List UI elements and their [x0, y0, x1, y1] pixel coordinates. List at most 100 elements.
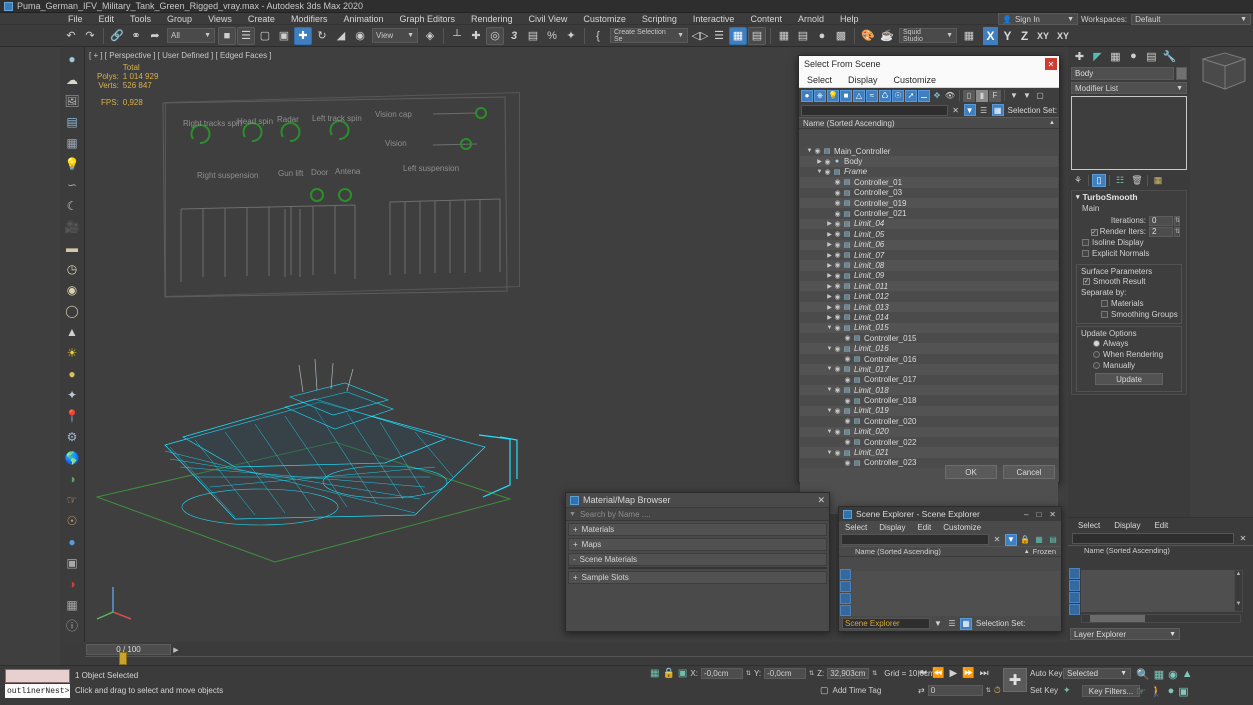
- menu-item-rendering[interactable]: Rendering: [463, 13, 521, 25]
- maxscript-listener[interactable]: [5, 669, 70, 683]
- bind-to-space-warp-icon[interactable]: ➦: [146, 27, 164, 45]
- tree-row[interactable]: ▶ ◉ ● Body: [800, 156, 1058, 167]
- visibility-eye-icon[interactable]: ◉: [833, 272, 842, 280]
- globe-icon[interactable]: 🌎: [62, 448, 83, 467]
- visibility-eye-icon[interactable]: ◉: [833, 386, 842, 394]
- sun-icon[interactable]: ☀: [62, 343, 83, 362]
- selection-set-icon[interactable]: ▦: [991, 104, 1004, 116]
- x-spinner[interactable]: ⇅: [746, 670, 751, 677]
- visibility-eye-icon[interactable]: ◉: [833, 230, 842, 238]
- select-and-place-icon[interactable]: ◉: [351, 27, 369, 45]
- visibility-eye-icon[interactable]: ◉: [843, 334, 852, 342]
- tree-row[interactable]: ▼ ◉ ▤ Limit_019: [800, 405, 1058, 417]
- collapse-arrow-icon[interactable]: ▼: [816, 169, 823, 175]
- current-frame-field[interactable]: 0: [927, 685, 983, 696]
- rays-icon[interactable]: ✦: [62, 385, 83, 404]
- spinner-snap-icon[interactable]: 3: [505, 27, 523, 45]
- remove-modifier-icon[interactable]: 🗑: [1130, 174, 1144, 187]
- menu-item-graph-editors[interactable]: Graph Editors: [391, 13, 463, 25]
- menu-item-scripting[interactable]: Scripting: [634, 13, 685, 25]
- axis-z-button[interactable]: Z: [1017, 27, 1032, 45]
- layers-icon[interactable]: ☰: [978, 104, 990, 116]
- modifier-list-dropdown[interactable]: Modifier List ▼: [1071, 82, 1187, 94]
- copy-icon[interactable]: ▣: [62, 553, 83, 572]
- zoom-extents-icon[interactable]: ◉: [1168, 668, 1178, 681]
- z-field[interactable]: 32,903cm: [827, 668, 870, 679]
- iterations-value[interactable]: 0: [1149, 215, 1173, 226]
- lightbulb-icon[interactable]: 💡: [62, 154, 83, 173]
- expand-arrow-icon[interactable]: ▶: [826, 314, 833, 321]
- configure-modifier-sets-icon[interactable]: ▦: [1151, 174, 1165, 187]
- mirror-selected-objects-icon[interactable]: ◁▷: [691, 27, 709, 45]
- plane-icon[interactable]: ▬: [62, 238, 83, 257]
- sphere-icon[interactable]: ◉: [62, 280, 83, 299]
- redo-button[interactable]: ↷: [81, 27, 99, 45]
- visibility-eye-icon[interactable]: ◉: [833, 282, 842, 290]
- tree-row[interactable]: ◉ ▤ Controller_021: [800, 208, 1058, 219]
- visibility-eye-icon[interactable]: ◉: [833, 241, 842, 249]
- rollup-materials[interactable]: + Materials: [568, 523, 827, 536]
- smoothing-groups-row[interactable]: Smoothing Groups: [1079, 309, 1179, 320]
- menu-item-civil-view[interactable]: Civil View: [521, 13, 576, 25]
- tree-column-header[interactable]: Name (Sorted Ascending): [1068, 545, 1253, 556]
- sfs-menu-display[interactable]: Display: [848, 75, 878, 85]
- tree-row[interactable]: ◉ ▤ Controller_01: [800, 177, 1058, 188]
- expand-arrow-icon[interactable]: ▶: [816, 158, 823, 165]
- collapse-arrow-icon[interactable]: ▼: [826, 408, 833, 414]
- play-animation-icon[interactable]: ▶: [949, 668, 957, 679]
- vertical-scrollbar[interactable]: ▲ ▼: [1234, 570, 1243, 612]
- when-rendering-row[interactable]: When Rendering: [1079, 349, 1179, 360]
- go-to-end-icon[interactable]: ⏭: [980, 668, 989, 679]
- tree-row[interactable]: ▼ ◉ ▤ Frame: [800, 166, 1058, 178]
- next-frame-button[interactable]: ▶: [170, 644, 182, 655]
- render-iters-value[interactable]: 2: [1149, 226, 1173, 237]
- filter-lights-icon[interactable]: 💡: [827, 89, 839, 102]
- selection-filter-dropdown[interactable]: All ▼: [167, 28, 215, 43]
- add-time-tag[interactable]: ▢ Add Time Tag: [820, 685, 881, 696]
- rollup-scene-materials[interactable]: - Scene Materials: [568, 553, 827, 566]
- time-configuration-icon[interactable]: ⏱: [994, 685, 1001, 696]
- tab-hierarchy[interactable]: ▦: [1107, 48, 1124, 64]
- image-icon[interactable]: 🖼: [62, 91, 83, 110]
- help-icon[interactable]: ⓘ: [62, 616, 83, 635]
- go-to-start-icon[interactable]: ⏮: [918, 668, 927, 679]
- close-icon[interactable]: ✕: [1045, 58, 1057, 70]
- scroll-up-icon[interactable]: ▲: [1235, 571, 1242, 577]
- tree-row[interactable]: ◉ ▤ Controller_019: [800, 197, 1058, 209]
- render-setup-icon[interactable]: ▩: [832, 27, 850, 45]
- render-production-icon[interactable]: ☕: [878, 27, 896, 45]
- menu-item-animation[interactable]: Animation: [335, 13, 391, 25]
- rectangular-selection-region-icon[interactable]: ▢: [256, 27, 274, 45]
- filter-geometry-icon[interactable]: ●: [801, 89, 813, 102]
- sfs-menu-customize[interactable]: Customize: [894, 75, 937, 85]
- wire-icon[interactable]: ∽: [62, 175, 83, 194]
- manually-radio[interactable]: [1093, 362, 1100, 369]
- tab-utilities[interactable]: 🔧: [1161, 48, 1178, 64]
- container-icon[interactable]: ▢: [1034, 90, 1046, 102]
- time-slider-area[interactable]: ◀ 0 / 100 ▶: [60, 642, 1253, 665]
- select-and-rotate-icon[interactable]: ↻: [313, 27, 331, 45]
- se-menu-display[interactable]: Display: [879, 523, 905, 532]
- horizontal-scrollbar[interactable]: [1081, 614, 1241, 623]
- workspaces-selector[interactable]: Workspaces: Default ▼: [1081, 13, 1251, 25]
- tree-row[interactable]: ▶ ◉ ▤ Limit_09: [800, 270, 1058, 282]
- tree-row[interactable]: ▶ ◉ ▤ Limit_05: [800, 229, 1058, 240]
- sign-in-button[interactable]: 👤 Sign In ▼: [998, 13, 1078, 25]
- maximize-icon[interactable]: □: [1036, 510, 1041, 519]
- isoline-display-checkbox[interactable]: [1082, 239, 1089, 246]
- scrollbar-thumb[interactable]: [1090, 615, 1145, 622]
- disc-icon[interactable]: ◯: [62, 301, 83, 320]
- selection-set-icon[interactable]: ▦: [960, 617, 972, 630]
- expand-arrow-icon[interactable]: ▶: [826, 262, 833, 269]
- explorer-name-field[interactable]: Scene Explorer: [842, 618, 930, 629]
- key-mode-icon[interactable]: ⇄: [918, 686, 925, 695]
- visibility-eye-icon[interactable]: ◉: [833, 189, 842, 197]
- expand-tree-icon[interactable]: ▤: [1047, 534, 1059, 546]
- tree-row[interactable]: ◉ ▤ Controller_020: [800, 416, 1058, 427]
- render-iters-checkbox[interactable]: ✓: [1090, 229, 1098, 236]
- chevron-down-icon[interactable]: ▼: [932, 618, 944, 630]
- hand-icon[interactable]: ☞: [62, 490, 83, 509]
- coordinate-toggle-icon[interactable]: ▣: [678, 668, 687, 679]
- shell-icon[interactable]: ☉: [62, 511, 83, 530]
- tree-row[interactable]: ◉ ▤ Controller_015: [800, 333, 1058, 344]
